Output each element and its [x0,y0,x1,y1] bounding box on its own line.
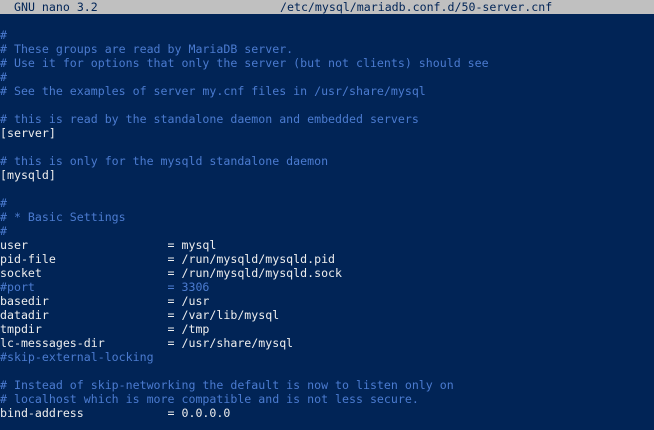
file-path: /etc/mysql/mariadb.conf.d/50-server.cnf [280,0,553,14]
config-line[interactable]: pid-file = /run/mysqld/mysqld.pid [0,252,654,266]
nano-title-bar: GNU nano 3.2 /etc/mysql/mariadb.conf.d/5… [0,0,654,14]
config-line[interactable] [0,182,654,196]
config-line[interactable]: [mysqld] [0,168,654,182]
config-line[interactable]: [server] [0,126,654,140]
comment-line[interactable]: # [0,224,654,238]
config-line[interactable]: lc-messages-dir = /usr/share/mysql [0,336,654,350]
comment-line[interactable]: # These groups are read by MariaDB serve… [0,42,654,56]
config-line[interactable]: basedir = /usr [0,294,654,308]
config-line[interactable] [0,364,654,378]
app-name: GNU nano 3.2 [14,0,98,14]
config-line[interactable] [0,140,654,154]
config-line[interactable]: bind-address = 0.0.0.0 [0,406,654,420]
config-line[interactable]: datadir = /var/lib/mysql [0,308,654,322]
comment-line[interactable]: # this is read by the standalone daemon … [0,112,654,126]
comment-line[interactable]: # [0,70,654,84]
editor-text-area[interactable]: # # These groups are read by MariaDB serv… [0,28,654,420]
comment-line[interactable]: # Instead of skip-networking the default… [0,378,654,392]
config-line[interactable] [0,98,654,112]
config-line[interactable]: tmpdir = /tmp [0,322,654,336]
terminal-window: GNU nano 3.2 /etc/mysql/mariadb.conf.d/5… [0,0,654,430]
comment-line[interactable]: #skip-external-locking [0,350,654,364]
comment-line[interactable]: # this is only for the mysqld standalone… [0,154,654,168]
comment-line[interactable]: #port = 3306 [0,280,654,294]
comment-line[interactable]: # Use it for options that only the serve… [0,56,654,70]
comment-line[interactable]: # localhost which is more compatible and… [0,392,654,406]
config-line[interactable]: user = mysql [0,238,654,252]
comment-line[interactable]: # [0,28,654,42]
comment-line[interactable]: # * Basic Settings [0,210,654,224]
comment-line[interactable]: # [0,196,654,210]
config-line[interactable]: socket = /run/mysqld/mysqld.sock [0,266,654,280]
comment-line[interactable]: # See the examples of server my.cnf file… [0,84,654,98]
